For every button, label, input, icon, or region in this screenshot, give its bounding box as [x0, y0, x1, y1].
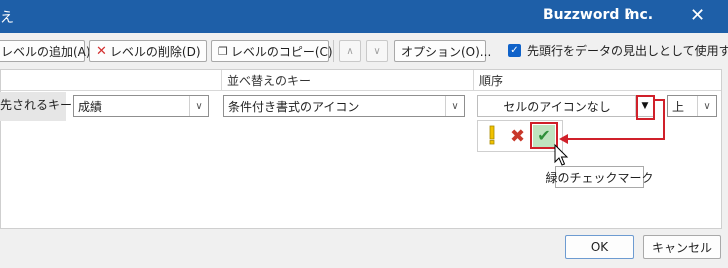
column-select-value: 成績 [78, 99, 103, 114]
cancel-button[interactable]: キャンセル [643, 235, 721, 259]
dialog-title: え [0, 10, 14, 26]
column-divider [221, 70, 222, 90]
delete-icon: ✕ [96, 43, 107, 59]
icon-tooltip: 緑のチェックマーク [546, 166, 654, 188]
highlight-box [530, 122, 558, 149]
chevron-down-icon: ∨ [445, 96, 464, 116]
move-down-button[interactable]: ∨ [366, 40, 388, 62]
chevron-down-icon: ∨ [373, 45, 381, 57]
close-button[interactable]: ✕ [690, 5, 705, 26]
red-x-icon[interactable]: ✖ [510, 126, 525, 147]
copy-icon: ❐ [218, 44, 228, 58]
help-button[interactable]: ? [625, 7, 632, 23]
order-icon-select-value: セルのアイコンなし [503, 99, 611, 114]
sort-on-select[interactable]: 条件付き書式のアイコン ∨ [223, 95, 465, 117]
move-up-button[interactable]: ∧ [339, 40, 361, 62]
sort-level-row-label: 先されるキー [0, 92, 72, 121]
column-divider [473, 70, 474, 90]
delete-level-label: レベルの削除(D) [109, 44, 201, 59]
ok-button[interactable]: OK [565, 235, 634, 259]
header-divider [1, 90, 721, 91]
account-name: Buzzword Inc. [543, 7, 654, 23]
sort-levels-grid [0, 69, 722, 229]
position-select-value: 上 [672, 99, 685, 114]
copy-level-button[interactable]: ❐ レベルのコピー(C) [211, 40, 333, 62]
options-button[interactable]: オプション(O)... [394, 40, 491, 62]
options-label: オプション(O)... [401, 44, 492, 59]
position-select[interactable]: 上 ∨ [667, 95, 717, 117]
checkbox-checked-icon: ✓ [508, 44, 521, 57]
yellow-exclamation-icon[interactable] [489, 125, 495, 145]
header-row-checkbox-label: 先頭行をデータの見出しとして使用する(H) [527, 44, 728, 58]
tooltip-text: 緑のチェックマーク [545, 170, 654, 185]
delete-level-button[interactable]: ✕ レベルの削除(D) [89, 40, 207, 62]
column-header-sort-on: 並べ替えのキー [227, 74, 312, 88]
add-level-label: レベルの追加(A) [1, 44, 91, 59]
ok-label: OK [590, 240, 609, 254]
title-bar: え Buzzword Inc. ? ✕ [0, 0, 728, 33]
row-label-text: 先されるキー [0, 98, 73, 112]
chevron-up-icon: ∧ [346, 45, 354, 57]
sort-on-select-value: 条件付き書式のアイコン [228, 99, 360, 114]
chevron-down-icon: ∨ [697, 96, 716, 116]
header-row-checkbox[interactable]: ✓ 先頭行をデータの見出しとして使用する(H) [508, 42, 728, 59]
toolbar-divider [333, 40, 334, 62]
chevron-down-icon: ∨ [189, 96, 208, 116]
order-icon-select[interactable]: セルのアイコンなし ▼ [477, 95, 655, 117]
highlight-box [636, 95, 655, 120]
column-header-order: 順序 [479, 74, 504, 88]
add-level-button[interactable]: レベルの追加(A) [0, 40, 91, 62]
cancel-label: キャンセル [651, 240, 712, 255]
copy-level-label: レベルのコピー(C) [230, 44, 333, 59]
column-select[interactable]: 成績 ∨ [73, 95, 209, 117]
